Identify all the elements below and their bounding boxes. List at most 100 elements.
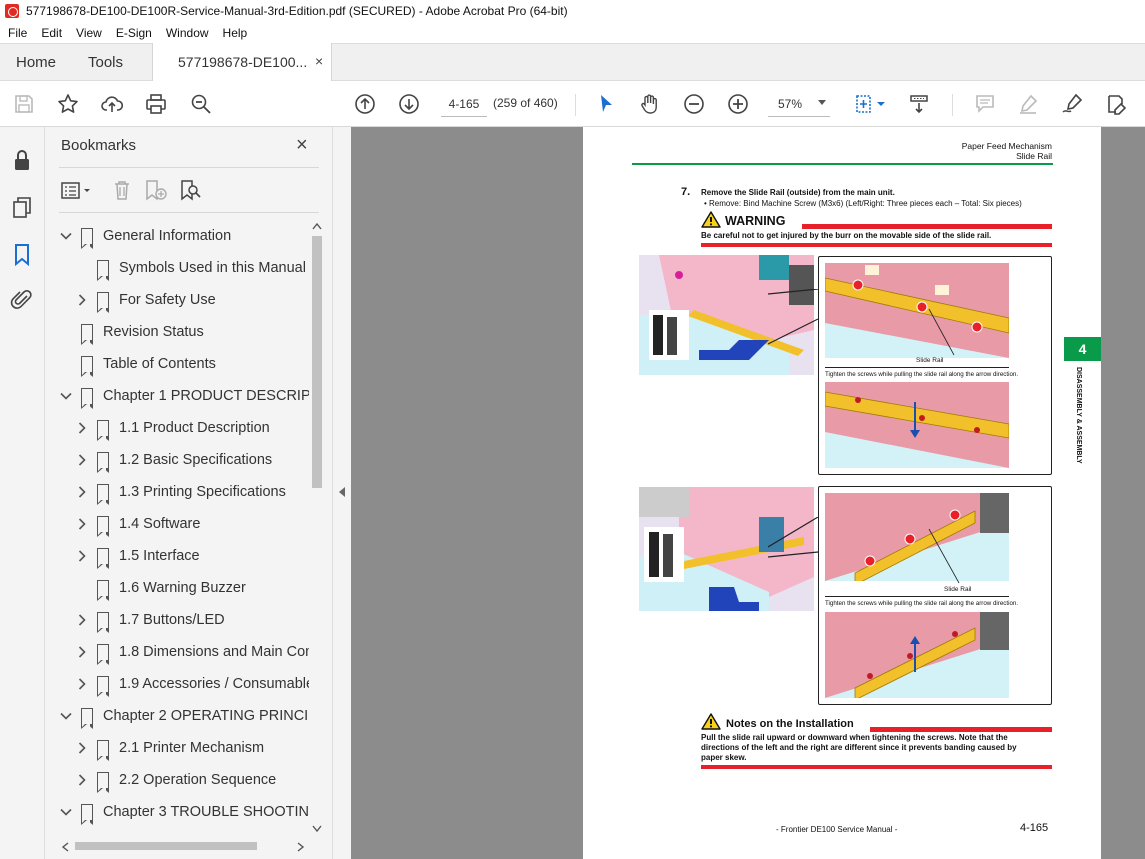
select-cursor-icon[interactable] <box>594 92 618 116</box>
bookmark-item[interactable]: 1.3 Printing Specifications <box>75 476 286 508</box>
divider <box>59 212 319 213</box>
chevron-down-icon[interactable] <box>59 709 73 723</box>
chevron-right-icon[interactable] <box>75 485 89 499</box>
chevron-right-icon[interactable] <box>75 293 89 307</box>
bookmark-item[interactable]: 1.5 Interface <box>75 540 200 572</box>
previous-page-icon[interactable] <box>353 92 377 116</box>
bookmark-item[interactable]: For Safety Use <box>75 284 216 316</box>
bookmark-item[interactable]: 1.9 Accessories / Consumables <box>75 668 309 700</box>
bookmark-panel-icon[interactable] <box>10 242 34 267</box>
notes-line-2: directions of the left and the right are… <box>701 743 1017 752</box>
pages-thumbnail-icon[interactable] <box>10 195 34 219</box>
bookmark-icon <box>96 772 109 793</box>
comment-icon[interactable] <box>973 92 997 116</box>
bookmark-label: Symbols Used in this Manual <box>119 260 306 276</box>
panel-collapse-handle[interactable] <box>332 127 351 859</box>
bookmark-item[interactable]: 1.1 Product Description <box>75 412 270 444</box>
menu-file[interactable]: File <box>8 26 27 40</box>
bookmarks-vertical-scrollbar[interactable] <box>310 220 322 840</box>
tab-home[interactable]: Home <box>16 54 56 71</box>
bookmark-item[interactable]: 1.7 Buttons/LED <box>75 604 225 636</box>
new-bookmark-icon[interactable] <box>144 179 168 201</box>
chevron-right-icon[interactable] <box>75 549 89 563</box>
options-menu-icon[interactable] <box>61 180 93 202</box>
chevron-right-icon[interactable] <box>75 453 89 467</box>
scroll-mode-icon[interactable] <box>907 92 931 116</box>
bookmark-icon <box>96 484 109 505</box>
chevron-right-icon[interactable] <box>75 421 89 435</box>
bookmark-item[interactable]: 1.6 Warning Buzzer <box>75 572 246 604</box>
chevron-right-icon[interactable] <box>75 613 89 627</box>
chevron-right-icon[interactable] <box>75 645 89 659</box>
bookmark-item[interactable]: Table of Contents <box>59 348 216 380</box>
document-viewport[interactable]: Paper Feed Mechanism Slide Rail 7. Remov… <box>351 127 1145 859</box>
bookmark-item[interactable]: Revision Status <box>59 316 204 348</box>
bookmark-item[interactable]: 1.8 Dimensions and Main Components <box>75 636 309 668</box>
chevron-down-icon[interactable] <box>59 805 73 819</box>
next-page-icon[interactable] <box>397 92 421 116</box>
bookmark-item[interactable]: 1.4 Software <box>75 508 200 540</box>
bookmark-item[interactable]: Chapter 1 PRODUCT DESCRIPTION <box>59 380 309 412</box>
menu-view[interactable]: View <box>76 26 102 40</box>
scrollbar-thumb[interactable] <box>312 236 322 488</box>
tab-tools[interactable]: Tools <box>88 54 123 71</box>
fit-page-icon[interactable] <box>852 92 876 116</box>
warning-text: Be careful not to get injured by the bur… <box>701 231 992 240</box>
edit-pdf-icon[interactable] <box>1104 92 1128 116</box>
bookmark-item[interactable]: General Information <box>59 220 231 252</box>
save-icon[interactable] <box>12 92 36 116</box>
hand-tool-icon[interactable] <box>638 92 662 116</box>
menu-help[interactable]: Help <box>223 26 248 40</box>
bookmark-item[interactable]: Chapter 3 TROUBLE SHOOTING <box>59 796 309 828</box>
bookmark-label: 1.4 Software <box>119 516 201 532</box>
scroll-right-icon <box>297 842 305 852</box>
chapter-side-label: DISASSEMBLY & ASSEMBLY <box>1075 367 1082 464</box>
tab-document[interactable]: 577198678-DE100... × <box>152 43 332 82</box>
attachment-paperclip-icon[interactable] <box>10 288 34 312</box>
bookmark-item[interactable]: Symbols Used in this Manual <box>75 252 306 284</box>
find-bookmark-icon[interactable] <box>179 179 203 201</box>
close-panel-icon[interactable]: × <box>296 134 308 157</box>
chevron-right-icon[interactable] <box>75 677 89 691</box>
zoom-in-icon[interactable] <box>726 92 750 116</box>
bookmark-item[interactable]: 2.1 Printer Mechanism <box>75 732 264 764</box>
sign-pen-icon[interactable] <box>1060 92 1084 116</box>
bookmark-label: 1.1 Product Description <box>119 420 270 436</box>
bookmark-item[interactable]: 3.1 General Overview <box>75 828 259 833</box>
chevron-right-icon[interactable] <box>75 517 89 531</box>
zoom-search-icon[interactable] <box>189 92 213 116</box>
slide-rail-leader-line <box>928 528 960 584</box>
bookmarks-horizontal-scrollbar[interactable] <box>59 839 309 853</box>
lock-icon[interactable] <box>10 148 34 172</box>
tab-close-icon[interactable]: × <box>315 53 323 69</box>
bookmark-item[interactable]: 1.2 Basic Specifications <box>75 444 272 476</box>
bookmark-item[interactable]: 2.2 Operation Sequence <box>75 764 276 796</box>
page-number-input[interactable]: 4-165 <box>441 91 487 117</box>
slide-rail-detail-bottom <box>825 382 1009 468</box>
menu-bar: File Edit View E-Sign Window Help <box>0 22 1145 43</box>
notes-line-3: paper skew. <box>701 753 747 762</box>
tab-document-label: 577198678-DE100... <box>178 54 308 70</box>
toolbar: 4-165 (259 of 460) 57% <box>0 81 1145 127</box>
star-icon[interactable] <box>56 92 80 116</box>
caption-rule <box>825 367 1009 368</box>
delete-trash-icon[interactable] <box>111 179 133 201</box>
chevron-right-icon[interactable] <box>75 773 89 787</box>
zoom-level-select[interactable]: 57% <box>768 91 830 117</box>
scrollbar-thumb[interactable] <box>75 842 257 850</box>
print-icon[interactable] <box>144 92 168 116</box>
fit-page-dropdown-icon[interactable] <box>876 92 886 116</box>
highlight-pen-icon[interactable] <box>1016 92 1040 116</box>
bookmark-icon <box>80 356 93 377</box>
zoom-out-icon[interactable] <box>682 92 706 116</box>
bookmark-icon <box>96 676 109 697</box>
bookmark-item[interactable]: Chapter 2 OPERATING PRINCIPLES <box>59 700 309 732</box>
bookmark-label: 1.3 Printing Specifications <box>119 484 286 500</box>
upload-cloud-icon[interactable] <box>100 92 124 116</box>
menu-esign[interactable]: E-Sign <box>116 26 152 40</box>
chevron-down-icon[interactable] <box>59 389 73 403</box>
chevron-down-icon[interactable] <box>59 229 73 243</box>
chevron-right-icon[interactable] <box>75 741 89 755</box>
menu-edit[interactable]: Edit <box>41 26 62 40</box>
menu-window[interactable]: Window <box>166 26 209 40</box>
